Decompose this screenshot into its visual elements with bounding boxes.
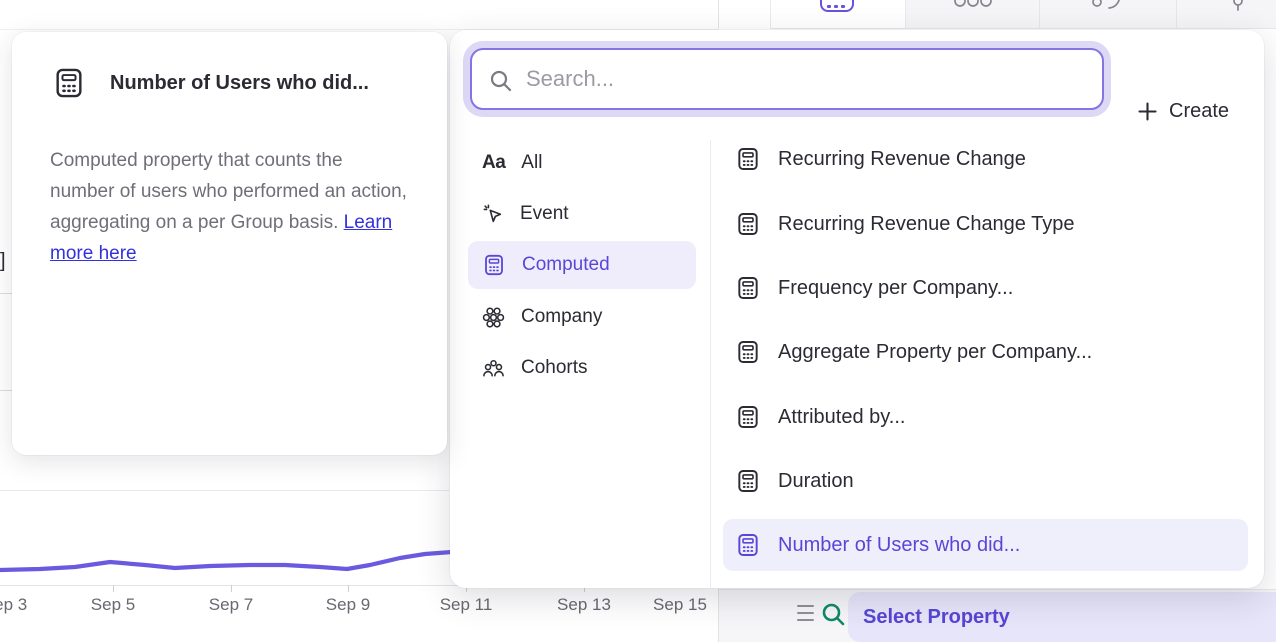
calculator-icon: [735, 146, 761, 172]
category-item-cohorts[interactable]: Cohorts: [468, 344, 696, 392]
tab-divider: [1176, 0, 1177, 29]
calculator-icon: [52, 66, 86, 100]
drag-handle-icon[interactable]: [797, 605, 814, 621]
clipped-background-text: ]: [0, 250, 6, 273]
property-search-icon[interactable]: [820, 601, 847, 628]
select-property-field[interactable]: Select Property: [848, 592, 1276, 642]
tooltip-title: Number of Users who did...: [110, 72, 369, 95]
tooltip-description-line: more here: [50, 238, 422, 269]
category-item-computed[interactable]: Computed: [468, 241, 696, 289]
tab-company-icon[interactable]: [953, 0, 993, 29]
panel-divider-top: [718, 0, 719, 29]
property-label: Aggregate Property per Company...: [778, 341, 1092, 364]
tooltip-description: Computed property that counts the number…: [50, 145, 422, 269]
category-label: All: [521, 152, 542, 174]
create-button-label: Create: [1169, 100, 1229, 123]
x-axis-tick: [113, 585, 114, 592]
calculator-icon: [735, 275, 761, 301]
category-item-all[interactable]: Aa All: [468, 139, 696, 187]
x-axis-label: Sep 11: [431, 595, 501, 615]
list-divider: [710, 140, 711, 588]
property-label: Recurring Revenue Change: [778, 148, 1026, 171]
app-canvas: ] Sep 3 Sep 5 Sep 7 Sep 9 Sep 11 Sep 13 …: [0, 0, 1276, 642]
background-row-edge-2: [0, 390, 12, 391]
property-row[interactable]: Frequency per Company...: [723, 262, 1248, 314]
tooltip-description-line: number of users who performed an action,: [50, 176, 422, 207]
tooltip-description-line: aggregating on a per Group basis. Learn: [50, 207, 422, 238]
search-icon: [488, 68, 514, 94]
calculator-icon: [735, 404, 761, 430]
calculator-icon: [735, 211, 761, 237]
property-label: Attributed by...: [778, 406, 905, 429]
search-input[interactable]: [472, 50, 1102, 108]
property-label: Recurring Revenue Change Type: [778, 213, 1074, 236]
x-axis-label: Sep 15: [645, 595, 715, 615]
category-label: Cohorts: [521, 357, 588, 379]
tab-history-icon[interactable]: [1089, 0, 1125, 29]
property-row-selected[interactable]: Number of Users who did...: [723, 519, 1248, 571]
property-row[interactable]: Recurring Revenue Change Type: [723, 198, 1248, 250]
category-item-company[interactable]: Company: [468, 293, 696, 341]
x-axis-label: Sep 5: [78, 595, 148, 615]
tab-divider: [1039, 0, 1040, 29]
x-axis-label: Sep 9: [313, 595, 383, 615]
property-row[interactable]: Recurring Revenue Change: [723, 133, 1248, 185]
plus-icon: [1138, 102, 1157, 121]
chart-card-top-edge: [0, 490, 449, 491]
category-label: Company: [521, 306, 602, 328]
property-tooltip-card: Number of Users who did... Computed prop…: [12, 32, 447, 455]
property-type-tabbar: [770, 0, 1276, 29]
tab-pin-icon[interactable]: [1231, 0, 1245, 29]
property-row[interactable]: Attributed by...: [723, 391, 1248, 443]
learn-more-link[interactable]: Learn: [344, 212, 393, 233]
calculator-icon: [735, 339, 761, 365]
category-label: Event: [520, 203, 569, 225]
line-chart: [0, 545, 452, 587]
panel-divider-bottom: [718, 589, 719, 642]
background-row-edge-1: [0, 293, 12, 294]
property-row[interactable]: Aggregate Property per Company...: [723, 326, 1248, 378]
property-picker-dropdown: Create Aa All Event: [450, 30, 1264, 588]
cohorts-people-icon: [482, 357, 505, 380]
x-axis-label: Sep 3: [0, 595, 40, 615]
category-item-event[interactable]: Event: [468, 190, 696, 238]
chart-series-line: [0, 552, 452, 570]
create-button[interactable]: Create: [1138, 94, 1229, 128]
calculator-icon: [482, 253, 506, 277]
property-label: Frequency per Company...: [778, 277, 1013, 300]
x-axis-label: Sep 7: [196, 595, 266, 615]
category-label: Computed: [522, 254, 610, 276]
property-label: Number of Users who did...: [778, 534, 1020, 557]
calculator-icon: [735, 468, 761, 494]
x-axis-label: Sep 13: [549, 595, 619, 615]
calculator-icon: [735, 532, 761, 558]
company-cluster-icon: [482, 306, 505, 329]
tab-computed[interactable]: [771, 0, 906, 29]
tab-computed-icon: [820, 0, 854, 12]
select-property-label: Select Property: [863, 606, 1010, 629]
tooltip-description-line: Computed property that counts the: [50, 145, 422, 176]
property-row[interactable]: Duration: [723, 455, 1248, 507]
search-field: [470, 48, 1104, 110]
property-label: Duration: [778, 470, 854, 493]
x-axis-tick: [348, 585, 349, 592]
text-aa-icon: Aa: [482, 152, 505, 174]
event-sparkle-cursor-icon: [482, 203, 504, 225]
x-axis-tick: [231, 585, 232, 592]
learn-more-link[interactable]: more here: [50, 243, 137, 264]
